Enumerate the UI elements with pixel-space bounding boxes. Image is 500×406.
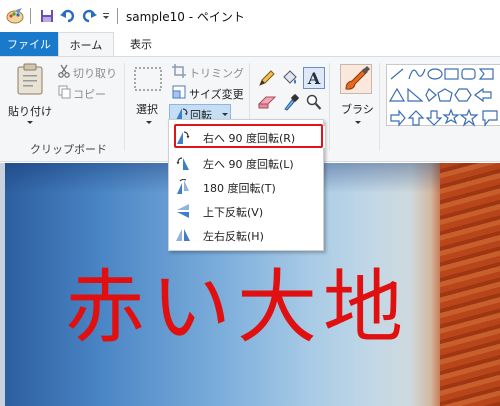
tab-file[interactable]: ファイル (0, 32, 58, 56)
eraser-icon[interactable] (257, 95, 277, 112)
select-button[interactable]: 選択 (136, 101, 158, 117)
resize-button[interactable]: サイズ変更 (189, 86, 244, 102)
rotate-180-icon (177, 179, 189, 194)
group-separator (329, 63, 330, 151)
svg-text:A: A (307, 69, 321, 88)
color-picker-icon[interactable] (283, 93, 299, 114)
title-bar: sample10 - ペイント (0, 0, 500, 32)
menu-item-flip-vertical[interactable]: 上下反転(V) (169, 200, 325, 222)
tab-home[interactable]: ホーム (58, 32, 114, 57)
customize-dropdown-icon[interactable] (100, 6, 112, 26)
menu-item-rotate-left[interactable]: 左へ 90 度回転(L) (169, 152, 325, 174)
menu-item-flip-horizontal[interactable]: 左右反転(H) (169, 224, 325, 246)
clipboard-group-label: クリップボード (30, 143, 107, 156)
crop-icon (172, 64, 186, 81)
brush-dropdown-icon[interactable] (355, 121, 361, 124)
brush-icon[interactable] (340, 64, 372, 97)
menu-item-label: 上下反転(V) (203, 206, 264, 219)
paste-label: 貼り付け (8, 105, 52, 118)
ribbon-tab-bar: ファイル ホーム 表示 (0, 32, 500, 57)
pencil-icon[interactable] (258, 69, 276, 90)
separator (117, 8, 118, 24)
paste-dropdown-icon[interactable] (27, 121, 33, 124)
menu-item-rotate-180[interactable]: 180 度回転(T) (169, 176, 325, 198)
red-rock (440, 163, 500, 406)
paint-app-icon[interactable] (4, 6, 26, 26)
flip-vertical-icon (177, 204, 189, 218)
separator (30, 8, 31, 24)
canvas-text: 赤い大地 (65, 261, 409, 354)
brush-button[interactable]: ブラシ (341, 101, 374, 117)
shapes-gallery[interactable] (386, 64, 500, 127)
resize-icon (172, 85, 186, 102)
magnifier-icon[interactable] (306, 93, 322, 114)
menu-item-label: 左へ 90 度回転(L) (203, 158, 294, 171)
group-separator (379, 63, 380, 151)
select-icon (134, 67, 162, 94)
select-dropdown-icon[interactable] (146, 121, 152, 124)
menu-item-label: 180 度回転(T) (203, 182, 276, 195)
tab-view[interactable]: 表示 (118, 32, 164, 56)
rotate-left-icon (176, 157, 189, 170)
redo-icon[interactable] (80, 6, 98, 26)
text-tool-icon[interactable]: A (303, 67, 325, 92)
save-icon[interactable] (37, 6, 57, 26)
copy-button[interactable]: コピー (73, 86, 106, 102)
undo-icon[interactable] (59, 6, 77, 26)
flip-horizontal-icon (176, 229, 190, 241)
window-title: sample10 - ペイント (126, 10, 245, 24)
rotate-dropdown-icon (222, 113, 228, 116)
cut-button[interactable]: 切り取り (73, 65, 117, 81)
menu-item-label: 左右反転(H) (203, 230, 264, 243)
paste-button[interactable] (16, 63, 44, 98)
highlight-box (174, 124, 323, 148)
cut-icon (58, 64, 70, 81)
fill-bucket-icon[interactable] (281, 69, 299, 90)
group-separator (124, 63, 125, 151)
copy-icon (58, 85, 71, 102)
crop-button[interactable]: トリミング (189, 65, 244, 81)
